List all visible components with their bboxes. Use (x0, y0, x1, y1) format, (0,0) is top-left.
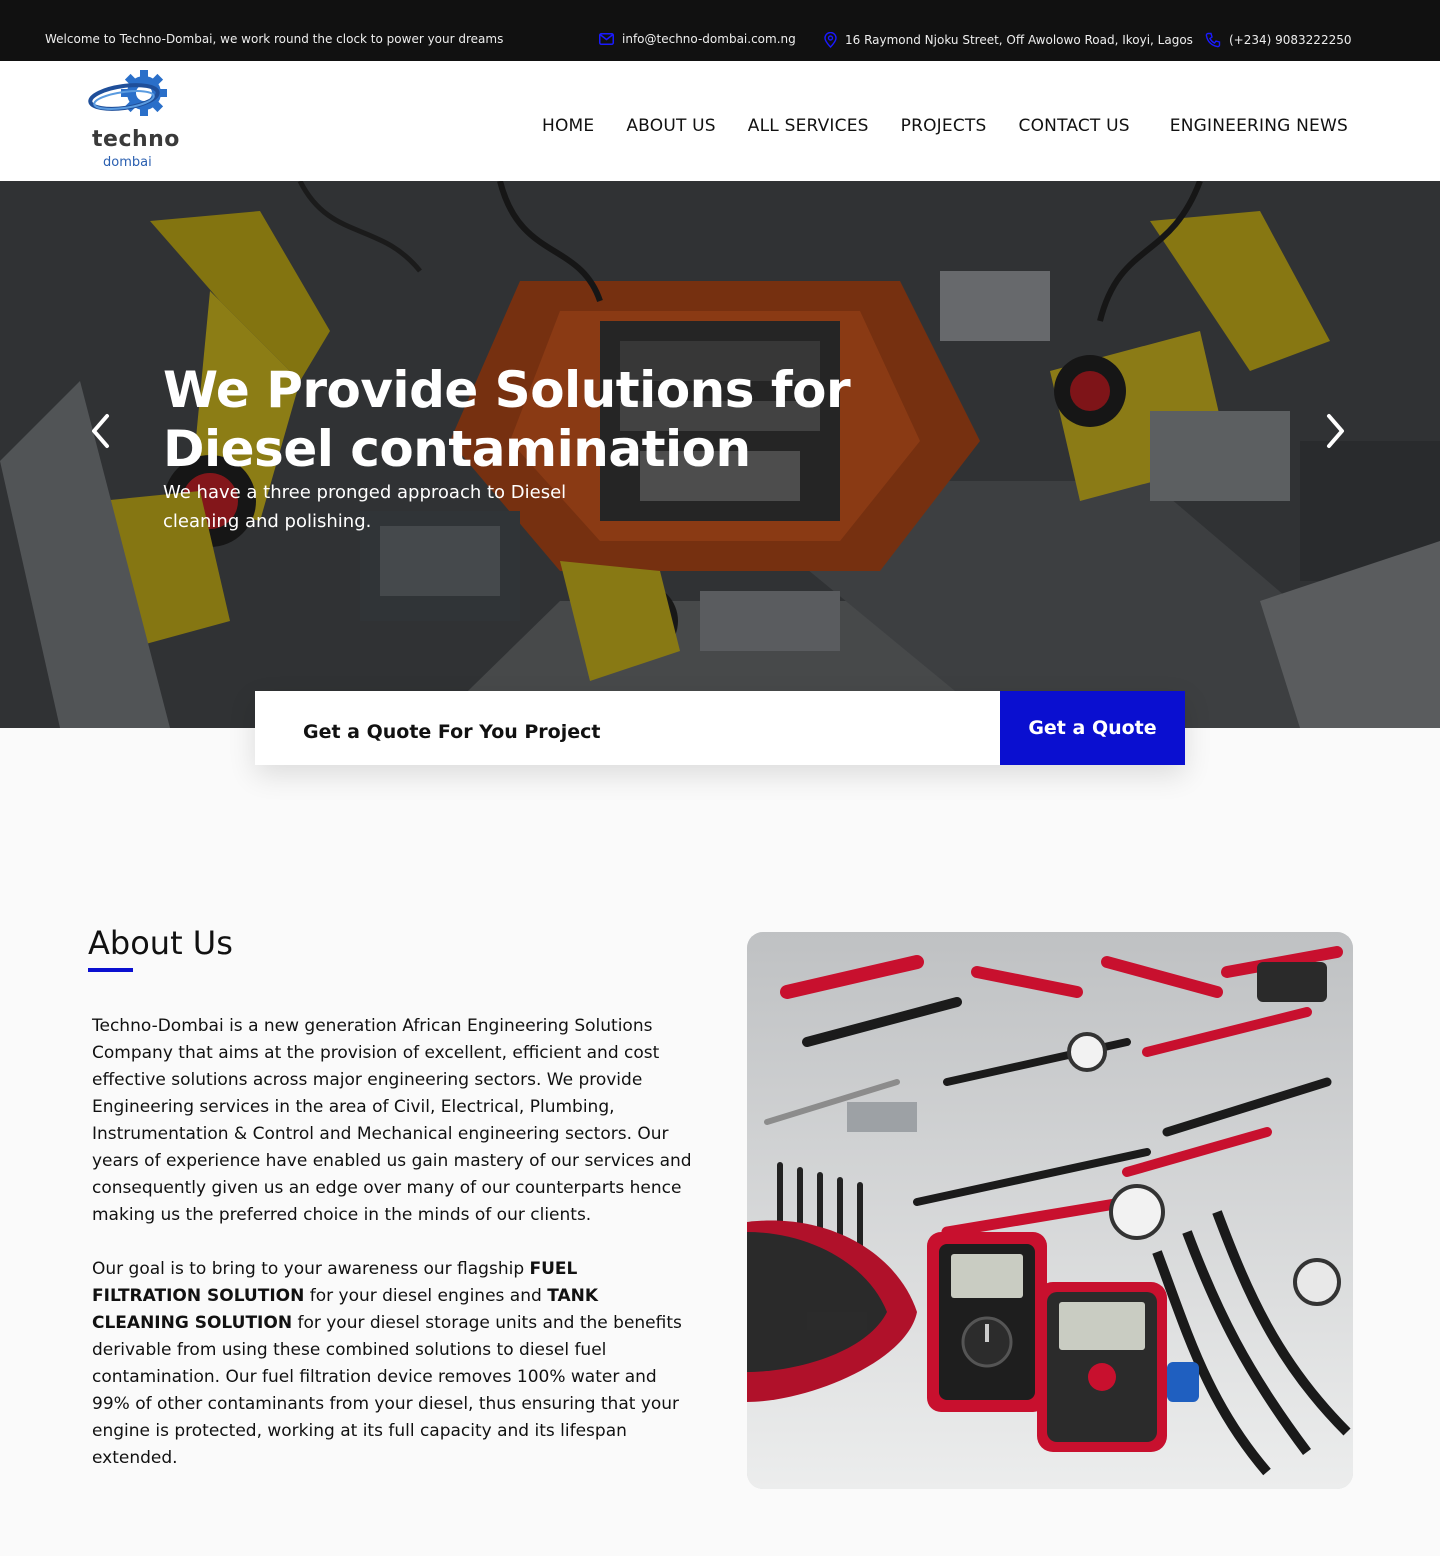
nav-all-services[interactable]: ALL SERVICES (748, 116, 869, 136)
about-paragraph-2: Our goal is to bring to your awareness o… (92, 1256, 692, 1472)
location-pin-icon (824, 32, 837, 48)
logo-word-techno: techno (92, 127, 180, 152)
gear-icon (88, 70, 167, 116)
slider-next-button[interactable] (1316, 406, 1356, 456)
nav-about-us[interactable]: ABOUT US (626, 116, 715, 136)
chevron-right-icon (1327, 414, 1344, 448)
phone-link[interactable]: (+234) 9083222250 (1205, 32, 1351, 48)
about-p2-text-a: Our goal is to bring to your awareness o… (92, 1259, 530, 1279)
nav-contact-us[interactable]: CONTACT US (1019, 116, 1130, 136)
mail-icon (599, 33, 614, 45)
hero-subtitle: We have a three pronged approach to Dies… (163, 482, 567, 532)
logo-word-dombai: dombai (103, 155, 152, 170)
nav-home[interactable]: HOME (542, 116, 594, 136)
logo[interactable]: techno dombai (86, 69, 179, 174)
nav-projects[interactable]: PROJECTS (901, 116, 987, 136)
address: 16 Raymond Njoku Street, Off Awolowo Roa… (824, 32, 1193, 48)
hero-title: We Provide Solutions for Diesel contamin… (163, 361, 851, 478)
about-body: Techno-Dombai is a new generation Africa… (92, 1013, 692, 1472)
address-text: 16 Raymond Njoku Street, Off Awolowo Roa… (845, 33, 1193, 47)
email-text: info@techno-dombai.com.ng (622, 32, 796, 46)
tools-image (747, 932, 1353, 1489)
chevron-left-icon (92, 414, 109, 448)
top-info-bar: Welcome to Techno-Dombai, we work round … (0, 0, 1440, 61)
about-p2-text-e: for your diesel storage units and the be… (92, 1313, 682, 1468)
about-p2-text-c: for your diesel engines and (304, 1286, 548, 1306)
about-title: About Us (88, 924, 233, 962)
welcome-text: Welcome to Techno-Dombai, we work round … (45, 32, 504, 46)
hero-slider: We Provide Solutions for Diesel contamin… (0, 181, 1440, 728)
about-paragraph-1: Techno-Dombai is a new generation Africa… (92, 1016, 692, 1225)
phone-icon (1205, 32, 1221, 48)
quote-bar: Get a Quote For You Project Get a Quote (255, 691, 1185, 765)
nav-engineering-news[interactable]: ENGINEERING NEWS (1170, 116, 1348, 136)
quote-text: Get a Quote For You Project (303, 721, 601, 743)
slider-prev-button[interactable] (80, 406, 120, 456)
main-nav: HOME ABOUT US ALL SERVICES PROJECTS CONT… (542, 116, 1348, 136)
phone-text: (+234) 9083222250 (1229, 33, 1352, 47)
email-link[interactable]: info@techno-dombai.com.ng (599, 32, 796, 46)
about-title-underline (88, 968, 133, 972)
get-quote-button[interactable]: Get a Quote (1000, 691, 1185, 765)
site-header: techno dombai HOME ABOUT US ALL SERVICES… (0, 61, 1440, 181)
tools-illustration (747, 932, 1353, 1489)
